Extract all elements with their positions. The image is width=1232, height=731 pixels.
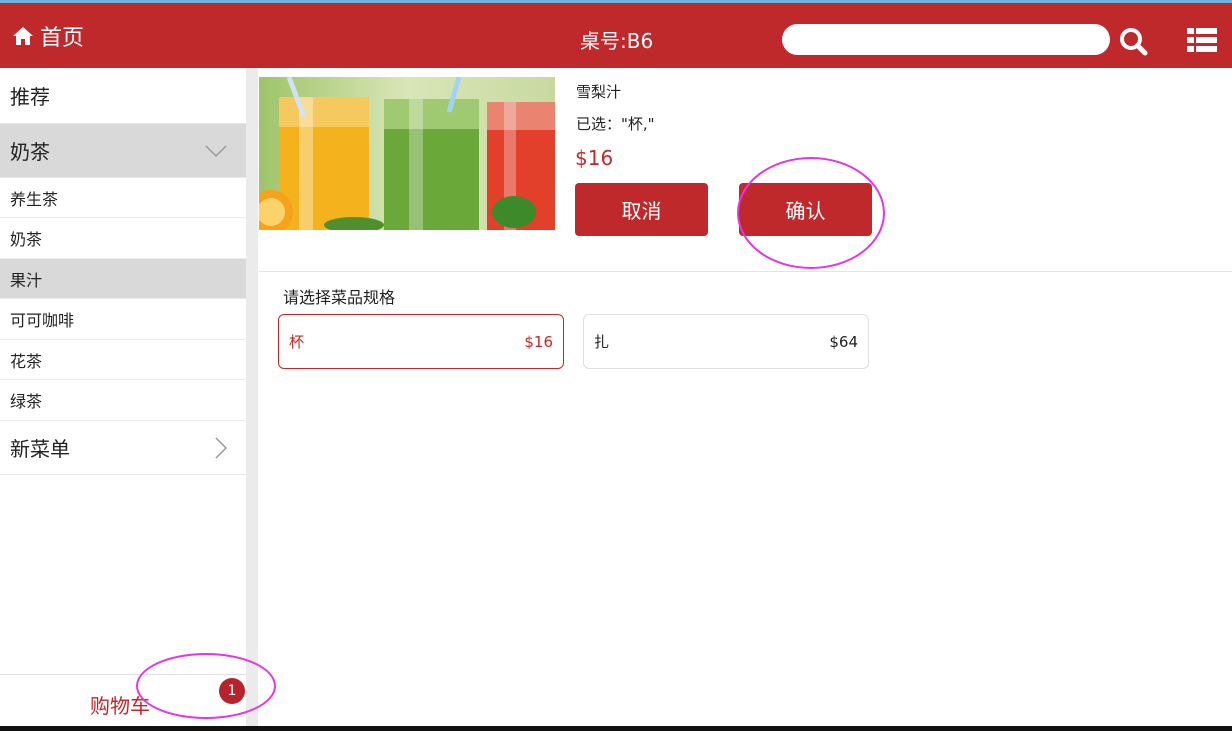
home-link[interactable]: 首页	[12, 20, 84, 52]
app-root: 首页 桌号:B6 推荐 奶茶 养生茶 奶茶 果汁 可可咖啡 花茶 绿茶 新菜单 …	[0, 0, 1232, 731]
list-menu-button[interactable]	[1185, 27, 1219, 53]
content-divider	[259, 271, 1232, 272]
subcategory-health-tea[interactable]: 养生茶	[0, 178, 246, 218]
category-milk-tea[interactable]: 奶茶	[0, 124, 246, 178]
product-image	[259, 77, 555, 230]
category-recommend[interactable]: 推荐	[0, 68, 246, 124]
home-icon	[13, 27, 33, 45]
bottom-edge	[0, 726, 1232, 731]
chevron-down-icon	[205, 144, 227, 157]
header-bar: 首页 桌号:B6	[0, 3, 1232, 68]
subcategory-label: 奶茶	[10, 230, 43, 249]
spec-name: 扎	[594, 333, 610, 351]
subcategory-milk-tea[interactable]: 奶茶	[0, 218, 246, 259]
spec-name: 杯	[289, 333, 305, 351]
spec-option-cup[interactable]: 杯 $16	[278, 314, 564, 369]
search-input[interactable]	[782, 24, 1110, 55]
subcategory-label: 绿茶	[10, 392, 43, 411]
subcategory-green-tea[interactable]: 绿茶	[0, 380, 246, 421]
category-label: 推荐	[10, 85, 50, 109]
spec-price: $64	[829, 332, 858, 351]
selected-spec-text: 已选："杯,"	[576, 115, 655, 133]
search-icon	[1120, 28, 1148, 56]
cancel-button[interactable]: 取消	[575, 183, 708, 236]
category-label: 新菜单	[10, 437, 70, 461]
product-price: $16	[575, 146, 614, 170]
confirm-button[interactable]: 确认	[739, 183, 872, 236]
list-icon	[1187, 28, 1217, 52]
subcategory-label: 果汁	[10, 270, 43, 290]
subcategory-flower-tea[interactable]: 花茶	[0, 340, 246, 380]
subcategory-label: 养生茶	[10, 189, 59, 209]
chevron-right-icon	[215, 436, 228, 459]
category-sidebar: 推荐 奶茶 养生茶 奶茶 果汁 可可咖啡 花茶 绿茶 新菜单	[0, 68, 246, 726]
cart-button[interactable]: 购物车	[0, 674, 246, 726]
subcategory-label: 可可咖啡	[10, 311, 75, 330]
cart-label: 购物车	[90, 694, 150, 718]
category-label: 奶茶	[10, 140, 50, 164]
subcategory-cocoa-coffee[interactable]: 可可咖啡	[0, 299, 246, 340]
spec-section-title: 请选择菜品规格	[283, 288, 396, 307]
table-number: 桌号:B6	[580, 29, 654, 53]
spec-option-jug[interactable]: 扎 $64	[583, 314, 869, 369]
category-new-menu[interactable]: 新菜单	[0, 421, 246, 475]
subcategory-label: 花茶	[10, 351, 43, 371]
product-name: 雪梨汁	[576, 83, 622, 101]
sidebar-divider	[246, 68, 258, 726]
home-label: 首页	[40, 26, 85, 51]
cart-count-badge: 1	[219, 678, 245, 704]
spec-price: $16	[524, 332, 553, 351]
subcategory-juice[interactable]: 果汁	[0, 259, 246, 299]
search-button[interactable]	[1118, 27, 1150, 57]
